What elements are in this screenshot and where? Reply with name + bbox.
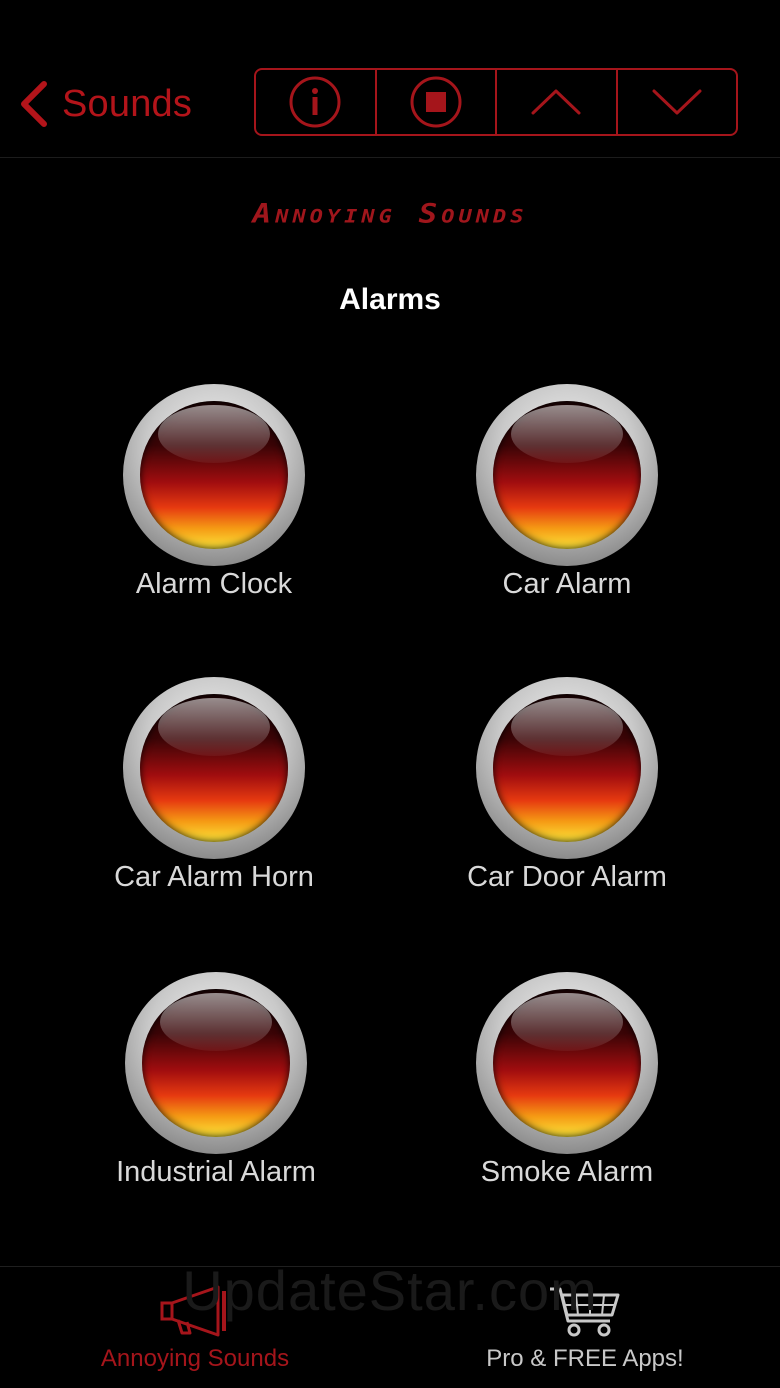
next-button[interactable] <box>618 70 737 134</box>
back-label: Sounds <box>62 82 193 125</box>
sound-item-car-door-alarm: Car Door Alarm <box>387 677 747 917</box>
sound-orb-button[interactable] <box>123 677 305 859</box>
orb-face <box>493 989 641 1137</box>
orb-face <box>142 989 290 1137</box>
info-icon <box>289 76 341 128</box>
playback-controls <box>254 68 738 136</box>
stop-icon <box>410 76 462 128</box>
sound-label: Car Door Alarm <box>467 861 667 893</box>
sound-orb-button[interactable] <box>476 384 658 566</box>
sound-label: Alarm Clock <box>135 568 293 600</box>
info-button[interactable] <box>256 70 377 134</box>
sound-item-alarm-clock: Alarm Clock <box>34 384 394 624</box>
chevron-left-icon <box>21 81 47 127</box>
app-title: Annoying Sounds <box>252 198 528 230</box>
sound-orb-button[interactable] <box>476 972 658 1154</box>
category-title: Alarms <box>339 283 441 316</box>
orb-face <box>140 694 288 842</box>
sound-orb-button[interactable] <box>123 384 305 566</box>
sound-item-car-alarm: Car Alarm <box>387 384 747 624</box>
navigation-bar: Sounds <box>0 0 780 158</box>
sound-label: Car Alarm Horn <box>114 861 314 893</box>
sound-label: Industrial Alarm <box>116 1156 316 1188</box>
sound-label: Smoke Alarm <box>480 1156 654 1188</box>
sound-item-industrial-alarm: Industrial Alarm <box>36 972 396 1212</box>
sound-item-car-alarm-horn: Car Alarm Horn <box>34 677 394 917</box>
sound-orb-button[interactable] <box>125 972 307 1154</box>
back-button[interactable]: Sounds <box>18 76 192 132</box>
tab-label: Pro & FREE Apps! <box>486 1345 684 1372</box>
stop-button[interactable] <box>377 70 497 134</box>
sound-orb-button[interactable] <box>476 677 658 859</box>
orb-face <box>140 401 288 549</box>
tab-label: Annoying Sounds <box>100 1345 290 1372</box>
watermark: UpdateStar.com <box>182 1259 598 1322</box>
chevron-up-icon <box>531 89 581 115</box>
orb-face <box>493 694 641 842</box>
previous-button[interactable] <box>497 70 618 134</box>
sound-item-smoke-alarm: Smoke Alarm <box>387 972 747 1212</box>
chevron-down-icon <box>652 89 702 115</box>
orb-face <box>493 401 641 549</box>
sound-label: Car Alarm <box>502 568 632 600</box>
